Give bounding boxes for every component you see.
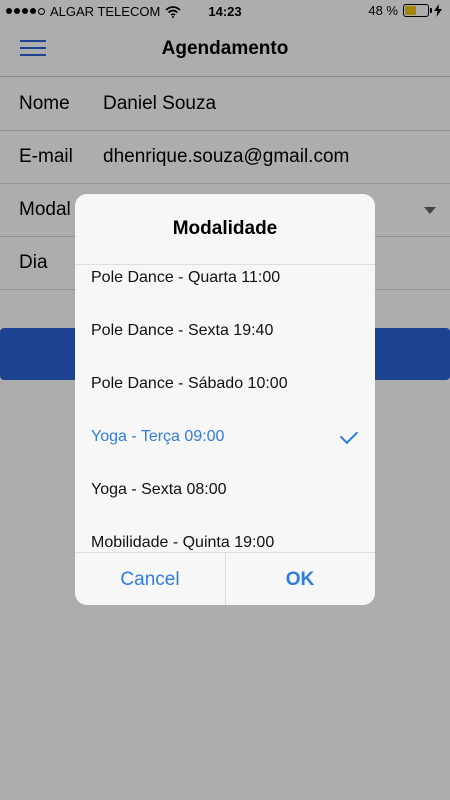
option-item[interactable]: Pole Dance - Sábado 10:00 [91, 375, 288, 393]
dialog-title: Modalidade [172, 218, 278, 239]
options-list[interactable]: Pole Dance - Quarta 11:00 Pole Dance - S… [75, 265, 375, 552]
checkmark-icon [339, 425, 359, 445]
option-item[interactable]: Pole Dance - Quarta 11:00 [91, 269, 280, 287]
cancel-button[interactable]: Cancel [75, 553, 226, 605]
dialog-actions: Cancel OK [75, 552, 375, 605]
option-item[interactable]: Pole Dance - Sexta 19:40 [91, 322, 273, 340]
option-item[interactable]: Yoga - Sexta 08:00 [91, 481, 227, 499]
option-item[interactable]: Yoga - Terça 09:00 [91, 428, 224, 446]
modalidade-dialog: Modalidade Pole Dance - Quarta 11:00 Pol… [75, 194, 375, 605]
ok-button[interactable]: OK [225, 553, 375, 605]
option-item[interactable]: Mobilidade - Quinta 19:00 [91, 534, 274, 552]
